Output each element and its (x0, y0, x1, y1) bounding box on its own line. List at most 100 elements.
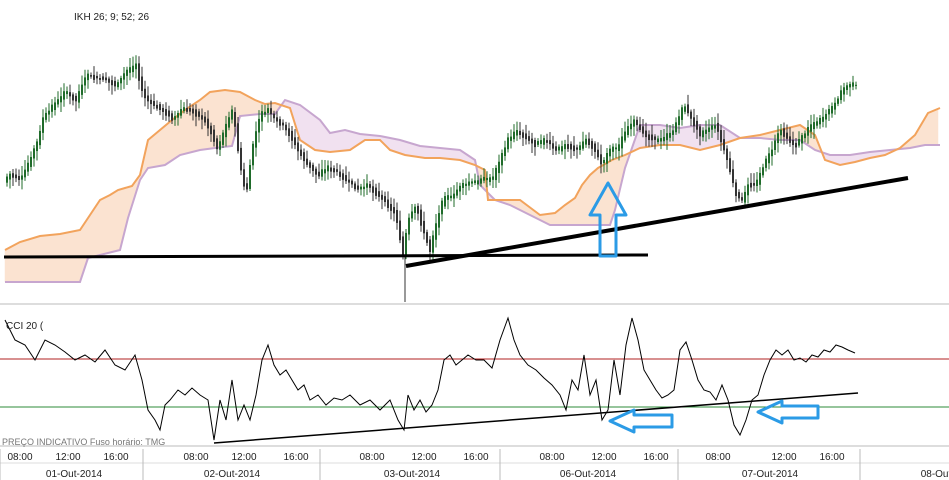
candle-body (459, 185, 461, 192)
candle-body (441, 200, 443, 215)
candle-body (66, 91, 68, 95)
candle-body (318, 171, 320, 177)
candle-body (615, 147, 617, 150)
candle-body (285, 124, 287, 131)
candle-body (816, 121, 818, 126)
cloud-segment (454, 149, 459, 161)
cci-indicator-label: CCI 20 ( (6, 321, 44, 332)
candle-body (354, 183, 356, 190)
candle-body (225, 123, 227, 138)
cloud-segment (310, 112, 315, 150)
candle-body (537, 141, 539, 145)
candle-body (426, 232, 428, 243)
candle-body (486, 177, 488, 181)
candle-body (540, 140, 542, 145)
candle-body (69, 92, 71, 97)
cloud-segment (241, 92, 246, 117)
candle-body (60, 96, 62, 103)
candle-body (291, 130, 293, 141)
candle-body (564, 144, 566, 150)
candle-body (177, 113, 179, 118)
candle-body (390, 203, 392, 211)
cloud-segment (424, 146, 429, 159)
cloud-segment (583, 178, 588, 226)
cloud-segment (565, 201, 570, 226)
cloud-segment (682, 126, 687, 147)
cloud-segment (301, 106, 306, 144)
candle-body (249, 164, 251, 189)
time-tick-label: 12:00 (591, 452, 616, 463)
cloud-segment (4, 247, 9, 283)
candle-body (243, 169, 245, 187)
candle-body (708, 127, 710, 132)
cloud-segment (592, 169, 597, 226)
candle-body (534, 139, 536, 148)
candle-body (366, 183, 368, 188)
cloud-segment (343, 129, 348, 151)
candle-body (309, 162, 311, 168)
candle-body (414, 206, 416, 213)
cloud-segment (100, 197, 105, 256)
cloud-segment (247, 95, 252, 116)
candle-body (357, 185, 359, 190)
candle-body (321, 169, 323, 177)
candle-body (306, 158, 308, 165)
candle-body (456, 189, 458, 196)
candle-body (603, 159, 605, 164)
time-tick-label: 08:00 (183, 452, 208, 463)
left-arrow-annotation-1 (608, 408, 674, 434)
cloud-segment (421, 145, 426, 159)
candle-body (741, 197, 743, 201)
candle-body (783, 128, 785, 137)
cloud-segment (838, 154, 843, 165)
candle-body (630, 123, 632, 130)
date-tick-label: 02-Out-2014 (204, 469, 261, 480)
candle-body (240, 147, 242, 171)
candle-body (714, 125, 716, 129)
candle-body (27, 162, 29, 172)
candle-body (120, 77, 122, 84)
cloud-segment (436, 147, 441, 159)
candle-body (651, 134, 653, 141)
candle-body (555, 146, 557, 151)
candle-body (729, 158, 731, 173)
cloud-segment (406, 141, 411, 157)
candle-body (252, 143, 254, 166)
cloud-segment (568, 199, 573, 226)
candle-body (6, 176, 8, 183)
cloud-segment (163, 123, 168, 166)
candle-body (237, 123, 239, 152)
candle-body (222, 132, 224, 145)
candle-body (186, 108, 188, 112)
candle-body (633, 119, 635, 127)
candle-body (399, 220, 401, 241)
candle-body (180, 109, 182, 116)
candle-body (417, 205, 419, 214)
candle-body (612, 146, 614, 152)
candle-body (573, 145, 575, 152)
candle-body (195, 109, 197, 117)
candle-body (543, 138, 545, 145)
cloud-segment (13, 243, 18, 283)
cloud-segment (316, 117, 321, 151)
date-tick-label: 08-Out (921, 469, 949, 480)
candle-body (648, 134, 650, 141)
candle-body (402, 236, 404, 257)
candle-body (699, 126, 701, 137)
cloud-segment (793, 125, 798, 141)
cloud-segment (115, 189, 120, 252)
candle-body (99, 78, 101, 80)
cloud-segment (580, 181, 585, 226)
candle-body (513, 131, 515, 140)
candle-body (447, 195, 449, 200)
candle-body (600, 154, 602, 165)
candle-body (261, 111, 263, 122)
candle-body (132, 65, 134, 73)
candle-body (684, 106, 686, 112)
candle-body (300, 149, 302, 156)
candle-body (501, 152, 503, 166)
cloud-segment (439, 147, 444, 159)
candle-body (450, 195, 452, 199)
candle-body (690, 111, 692, 119)
candle-body (645, 130, 647, 138)
